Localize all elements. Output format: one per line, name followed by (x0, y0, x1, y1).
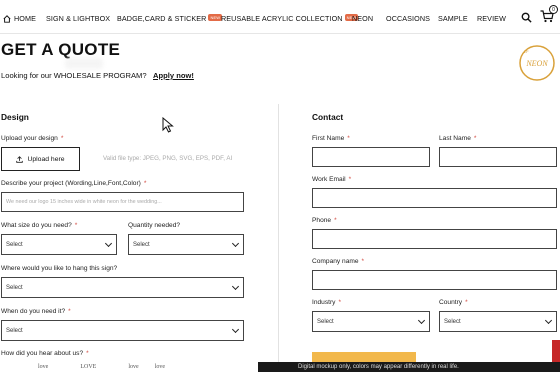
neon-logo[interactable]: LF NEON (513, 40, 559, 82)
chevron-down-icon (104, 239, 113, 247)
mouse-cursor-icon (162, 117, 174, 133)
describe-project-input[interactable]: We need our logo 15 inches wide in white… (1, 192, 244, 212)
chevron-down-icon (231, 282, 240, 290)
last-name-input[interactable] (439, 147, 557, 167)
first-name-input[interactable] (312, 147, 430, 167)
work-email-input[interactable] (312, 188, 557, 208)
nav-badge-card-sticker-label: BADGE,CARD & STICKER (117, 14, 207, 23)
design-section-title: Design (1, 112, 29, 122)
first-name-label-text: First Name (312, 135, 345, 142)
quantity-label: Quantity needed? (128, 222, 180, 229)
first-name-label: First Name * (312, 135, 350, 142)
country-select-value: Select (444, 318, 461, 325)
industry-select-value: Select (317, 318, 334, 325)
quantity-label-text: Quantity needed? (128, 222, 181, 229)
nav-review[interactable]: REVIEW (477, 14, 506, 23)
hang-select-value: Select (6, 284, 23, 291)
describe-placeholder: We need our logo 15 inches wide in white… (6, 199, 162, 205)
nav-neon-label: NEON (352, 14, 374, 23)
last-name-label-text: Last Name (439, 135, 471, 142)
nav-reusable-acrylic-label: REUSABLE ACRYLIC COLLECTION (221, 14, 343, 23)
quantity-select[interactable]: Select (128, 234, 244, 255)
country-label: Country * (439, 299, 468, 306)
sample-tile[interactable]: love (32, 364, 54, 370)
contact-section-title: Contact (312, 112, 344, 122)
upload-button-label: Upload here (27, 155, 65, 163)
when-needed-select[interactable]: Select (1, 320, 244, 341)
country-label-text: Country (439, 299, 463, 306)
mockup-disclaimer-banner: Digital mockup only, colors may appear d… (258, 362, 560, 372)
describe-label-text: Describe your project (Wording,Line,Font… (1, 180, 141, 187)
nav-review-label: REVIEW (477, 14, 506, 23)
nav-sign-lightbox-label: SIGN & LIGHTBOX (46, 14, 111, 23)
chevron-down-icon (231, 239, 240, 247)
hear-label-text: How did you hear about us? (1, 350, 84, 357)
size-label: What size do you need? * (1, 222, 78, 229)
apply-now-link[interactable]: Apply now! (153, 71, 194, 80)
nav-badge-card-sticker[interactable]: BADGE,CARD & STICKER NEW (117, 14, 223, 23)
nav-home-label: HOME (14, 14, 36, 23)
nav-sample[interactable]: SAMPLE (438, 14, 468, 23)
sample-tile[interactable]: love (122, 364, 144, 370)
upload-icon (16, 155, 24, 163)
country-select[interactable]: Select (439, 311, 557, 332)
hang-location-select[interactable]: Select (1, 277, 244, 298)
nav-sample-label: SAMPLE (438, 14, 468, 23)
svg-text:LF: LF (524, 49, 529, 54)
chevron-down-icon (544, 316, 553, 324)
industry-select[interactable]: Select (312, 311, 430, 332)
company-label-text: Company name (312, 258, 359, 265)
nav-occasions[interactable]: OCCASIONS (386, 14, 430, 23)
industry-label-text: Industry (312, 299, 336, 306)
last-name-label: Last Name * (439, 135, 477, 142)
hear-label: How did you hear about us? * (1, 350, 89, 357)
hang-label: Where would you like to hang this sign? (1, 265, 117, 272)
phone-label-text: Phone (312, 217, 332, 224)
chevron-down-icon (417, 316, 426, 324)
nav-occasions-label: OCCASIONS (386, 14, 431, 23)
company-name-input[interactable] (312, 270, 557, 290)
describe-label: Describe your project (Wording,Line,Font… (1, 180, 147, 187)
column-divider (278, 104, 279, 372)
svg-text:NEON: NEON (525, 59, 548, 68)
nav-sign-lightbox[interactable]: SIGN & LIGHTBOX (46, 14, 110, 23)
sample-tile[interactable]: love (149, 364, 171, 370)
company-label: Company name * (312, 258, 365, 265)
decorative-blur (65, 58, 103, 69)
valid-file-types: Valid file type: JPEG, PNG, SVG, EPS, PD… (103, 155, 233, 162)
sample-strip: love LOVE love love (0, 361, 250, 372)
top-nav: HOME SIGN & LIGHTBOX BADGE,CARD & STICKE… (0, 0, 560, 34)
search-icon[interactable] (521, 12, 532, 23)
upload-label-text: Upload your design (1, 135, 58, 142)
side-tab[interactable] (552, 340, 560, 362)
nav-home[interactable]: HOME (3, 14, 36, 23)
chevron-down-icon (231, 325, 240, 333)
page-title: GET A QUOTE (1, 40, 121, 59)
mockup-disclaimer-text: Digital mockup only, colors may appear d… (298, 364, 459, 370)
size-select-value: Select (6, 241, 23, 248)
home-icon (3, 14, 11, 23)
sample-tile[interactable]: LOVE (74, 364, 102, 370)
email-label: Work Email * (312, 176, 352, 183)
cart-count-badge: 0 (549, 5, 558, 14)
industry-label: Industry * (312, 299, 342, 306)
phone-label: Phone * (312, 217, 337, 224)
hang-label-text: Where would you like to hang this sign? (1, 265, 118, 272)
when-select-value: Select (6, 327, 23, 334)
nav-neon[interactable]: NEON (352, 14, 373, 23)
when-label-text: When do you need it? (1, 308, 66, 315)
upload-button[interactable]: Upload here (1, 147, 80, 171)
email-label-text: Work Email (312, 176, 346, 183)
size-label-text: What size do you need? (1, 222, 72, 229)
wholesale-text: Looking for our WHOLESALE PROGRAM? (1, 71, 147, 80)
nav-reusable-acrylic[interactable]: REUSABLE ACRYLIC COLLECTION NEW (221, 14, 359, 23)
quantity-select-value: Select (133, 241, 150, 248)
phone-input[interactable] (312, 229, 557, 249)
when-label: When do you need it? * (1, 308, 71, 315)
upload-label: Upload your design * (1, 135, 64, 142)
size-select[interactable]: Select (1, 234, 117, 255)
